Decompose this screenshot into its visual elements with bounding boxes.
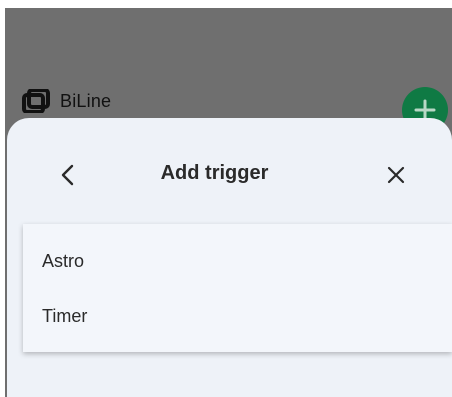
close-button[interactable] <box>381 160 411 190</box>
app-name: BiLine <box>60 90 112 111</box>
sheet-header: Add trigger <box>7 152 452 196</box>
close-icon <box>387 166 405 184</box>
add-trigger-sheet: Add trigger Astro Timer <box>7 118 452 397</box>
option-label: Timer <box>42 306 88 326</box>
screen: BiLine Add trigger Astro Timer <box>0 0 452 397</box>
option-label: Astro <box>42 251 85 271</box>
option-astro[interactable]: Astro <box>23 237 452 289</box>
option-timer[interactable]: Timer <box>23 292 452 344</box>
biline-logo-icon <box>22 89 54 113</box>
trigger-options-list: Astro Timer <box>23 224 452 352</box>
app-logo: BiLine <box>22 89 111 113</box>
